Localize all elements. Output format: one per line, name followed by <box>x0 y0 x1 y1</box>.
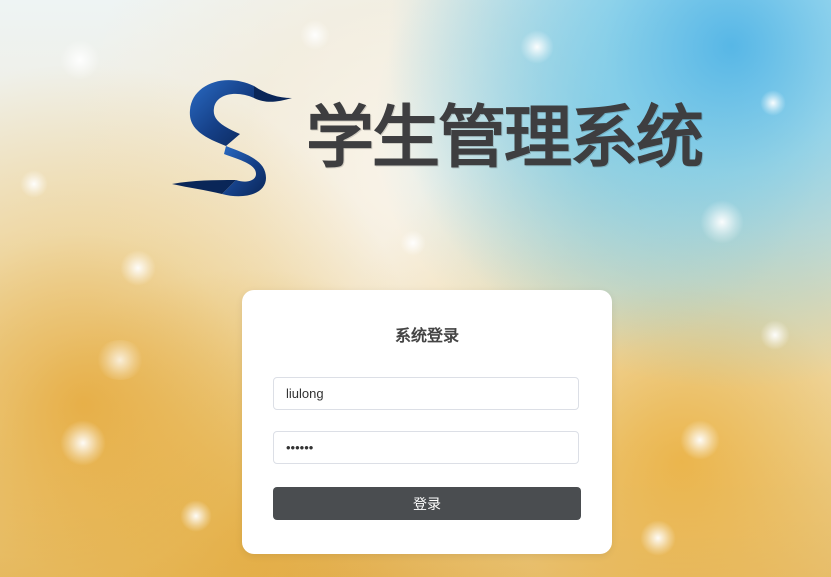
app-title: 学生管理系统 <box>306 99 704 178</box>
login-page: 学生管理系统 系统登录 登录 <box>0 0 831 577</box>
login-button[interactable]: 登录 <box>273 487 581 520</box>
password-input[interactable] <box>273 431 579 464</box>
app-logo: 学生管理系统 <box>170 76 704 204</box>
s-logo-icon <box>172 80 292 197</box>
username-input[interactable] <box>273 377 579 410</box>
login-heading: 系统登录 <box>394 326 459 345</box>
login-card: 系统登录 登录 <box>242 290 612 554</box>
